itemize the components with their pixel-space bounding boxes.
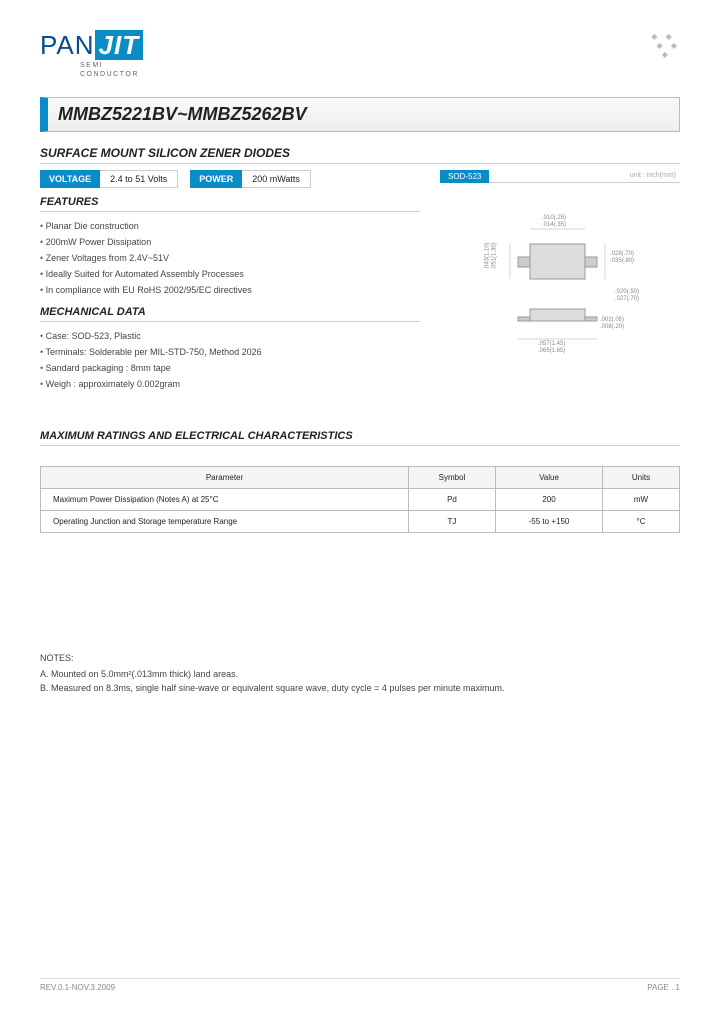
power-value: 200 mWatts [242, 170, 311, 188]
page-number: PAGE . 1 [647, 983, 680, 992]
logo-sub2: CONDUCTOR [80, 71, 139, 78]
list-item: Sandard packaging : 8mm tape [40, 360, 420, 376]
list-item: Terminals: Solderable per MIL-STD-750, M… [40, 344, 420, 360]
page-footer: REV.0.1-NOV.3.2009 PAGE . 1 [40, 978, 680, 992]
ratings-table: Parameter Symbol Value Units Maximum Pow… [40, 466, 680, 533]
part-number-title: MMBZ5221BV~MMBZ5262BV [58, 104, 669, 125]
list-item: 200mW Power Dissipation [40, 234, 420, 250]
package-label-bar: SOD-523 unit : inch(mm) [440, 170, 680, 183]
package-drawing: .010(.25).014(.35) .043(1.10).051(1.30) … [440, 189, 680, 389]
list-item: Weigh : approximately 0.002gram [40, 376, 420, 392]
revision-text: REV.0.1-NOV.3.2009 [40, 983, 115, 992]
features-heading: FEATURES [40, 196, 420, 212]
col-units: Units [603, 467, 680, 489]
note-item: A. Mounted on 5.0mm²(.013mm thick) land … [40, 669, 680, 679]
spec-row: VOLTAGE 2.4 to 51 Volts POWER 200 mWatts [40, 170, 420, 188]
mechanical-list: Case: SOD-523, Plastic Terminals: Solder… [40, 328, 420, 392]
package-unit: unit : inch(mm) [489, 170, 680, 183]
table-row: Operating Junction and Storage temperatu… [41, 511, 680, 533]
max-ratings-heading: MAXIMUM RATINGS AND ELECTRICAL CHARACTER… [40, 430, 680, 446]
note-item: B. Measured on 8.3ms, single half sine-w… [40, 683, 680, 693]
mechanical-heading: MECHANICAL DATA [40, 306, 420, 322]
decor-dots: ◆ ◆ ◆ ◆ ◆ [651, 32, 680, 59]
title-box: MMBZ5221BV~MMBZ5262BV [40, 97, 680, 132]
list-item: In compliance with EU RoHS 2002/95/EC di… [40, 282, 420, 298]
power-label: POWER [190, 170, 242, 188]
voltage-label: VOLTAGE [40, 170, 100, 188]
list-item: Zener Voltages from 2.4V~51V [40, 250, 420, 266]
list-item: Planar Die construction [40, 218, 420, 234]
notes-heading: NOTES: [40, 653, 680, 663]
col-value: Value [496, 467, 603, 489]
product-subtitle: SURFACE MOUNT SILICON ZENER DIODES [40, 146, 680, 164]
col-symbol: Symbol [409, 467, 496, 489]
logo-text-2: J [99, 30, 114, 60]
logo: PANJIT SEMI CONDUCTOR [40, 30, 680, 79]
logo-text-3: IT [114, 30, 139, 60]
col-parameter: Parameter [41, 467, 409, 489]
notes-section: NOTES: A. Mounted on 5.0mm²(.013mm thick… [40, 653, 680, 693]
list-item: Ideally Suited for Automated Assembly Pr… [40, 266, 420, 282]
logo-text-1: PAN [40, 30, 95, 60]
package-name: SOD-523 [440, 170, 489, 183]
logo-sub1: SEMI [80, 62, 103, 69]
voltage-value: 2.4 to 51 Volts [100, 170, 178, 188]
features-list: Planar Die construction 200mW Power Diss… [40, 218, 420, 298]
table-row: Maximum Power Dissipation (Notes A) at 2… [41, 489, 680, 511]
list-item: Case: SOD-523, Plastic [40, 328, 420, 344]
